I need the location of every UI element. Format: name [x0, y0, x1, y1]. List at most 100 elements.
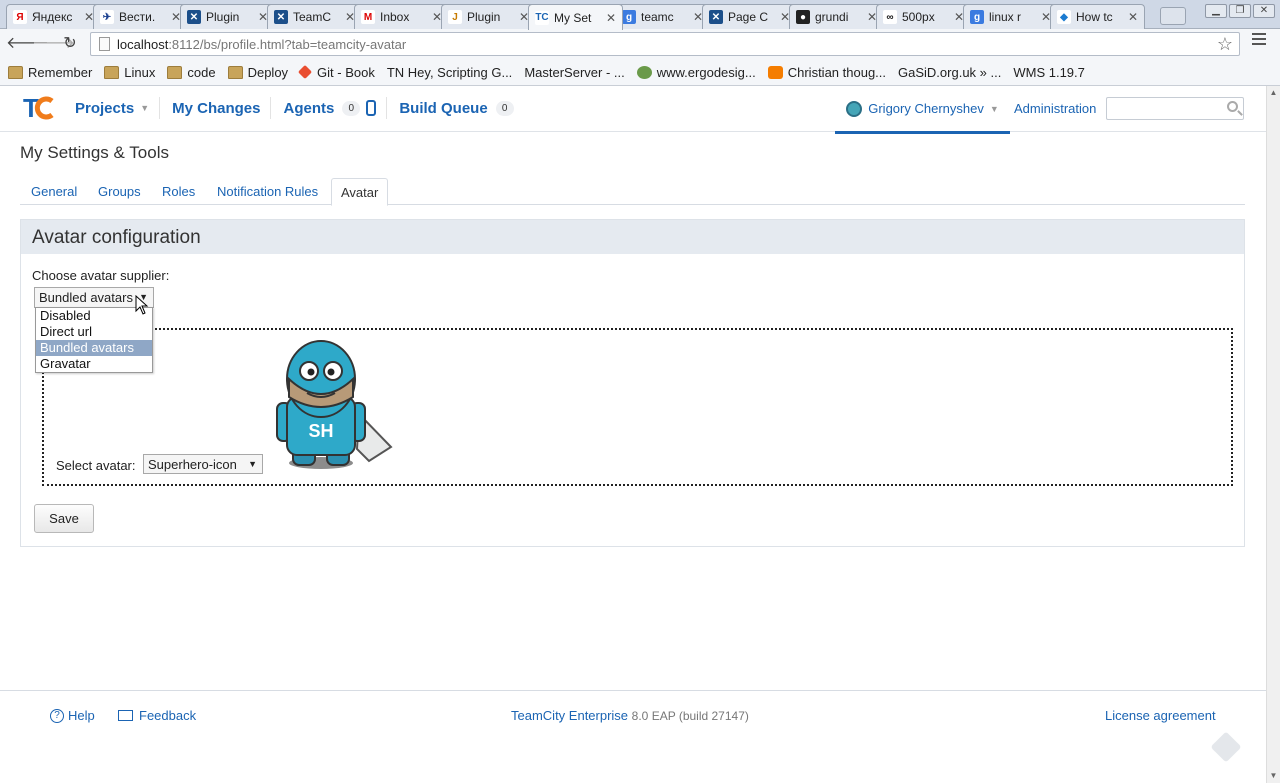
browser-tab[interactable]: ● grundi ✕ — [789, 4, 884, 29]
bookmark-label: Linux — [124, 64, 156, 80]
tab-close-icon[interactable]: ✕ — [606, 11, 616, 25]
browser-tab[interactable]: TC My Set ✕ — [528, 4, 623, 30]
nav-build-queue[interactable]: Build Queue 0 — [399, 97, 523, 119]
bookmark-label: Christian thoug... — [787, 64, 887, 80]
tab-favicon-icon: J — [448, 10, 462, 24]
browser-tab[interactable]: g linux r ✕ — [963, 4, 1058, 29]
browser-tab[interactable]: ◆ How tc ✕ — [1050, 4, 1145, 29]
browser-tab[interactable]: g teamc ✕ — [615, 4, 710, 29]
tab-title: linux r — [989, 10, 1022, 24]
nav-my-changes-label: My Changes — [172, 99, 261, 117]
nav-agents[interactable]: Agents 0 — [283, 97, 388, 119]
tab-title: Page C — [728, 10, 769, 24]
user-menu[interactable]: Grigory Chernyshev ▼ — [835, 86, 1010, 134]
help-link[interactable]: ? Help — [50, 708, 95, 723]
bookmark-label: GaSiD.org.uk » ... — [898, 64, 1002, 80]
new-tab-button[interactable] — [1160, 7, 1186, 25]
bookmark-item[interactable]: www.ergodesig... — [636, 65, 756, 80]
scroll-up-icon[interactable]: ▲ — [1267, 86, 1280, 100]
browser-menu-icon[interactable] — [1252, 33, 1266, 47]
avatar-initials: SH — [308, 421, 333, 441]
bookmark-item[interactable]: GaSiD.org.uk » ... — [0, 64, 1002, 158]
agents-count-badge: 0 — [342, 100, 361, 116]
tab-avatar[interactable]: Avatar — [331, 178, 389, 206]
url-host: localhost — [117, 36, 169, 52]
vertical-scrollbar[interactable]: ▲ ▼ — [1266, 86, 1280, 783]
chevron-down-icon[interactable]: ▼ — [140, 103, 149, 113]
folder-icon — [167, 65, 183, 79]
supplier-option-bundled-avatars[interactable]: Bundled avatars — [36, 340, 152, 356]
bookmark-item[interactable]: Deploy — [227, 64, 289, 80]
tab-favicon-icon: g — [970, 10, 984, 24]
search-input[interactable] — [1106, 97, 1244, 120]
envelope-icon — [118, 710, 133, 721]
settings-tabs: General Groups Roles Notification Rules … — [20, 178, 1245, 206]
close-window-button[interactable]: ✕ — [1253, 4, 1275, 18]
bookmark-label: TN Hey, Scripting G... — [386, 64, 513, 80]
build-queue-count-badge: 0 — [495, 100, 514, 116]
help-icon: ? — [50, 708, 64, 723]
page-title: My Settings & Tools — [20, 143, 169, 162]
bookmark-star-icon[interactable]: ☆ — [1217, 34, 1233, 55]
bookmark-item[interactable]: WMS 1.19.7 — [0, 65, 1085, 158]
browser-tab[interactable]: ✕ Plugin ✕ — [180, 4, 275, 29]
tab-groups[interactable]: Groups — [98, 184, 141, 199]
nav-my-changes[interactable]: My Changes — [172, 97, 272, 119]
bookmark-item[interactable]: TN Hey, Scripting G... — [387, 65, 512, 80]
chevron-down-icon[interactable]: ▼ — [990, 104, 999, 114]
tab-title: grundi — [815, 10, 849, 24]
back-icon[interactable]: 🡐 — [6, 33, 49, 55]
blog-icon — [767, 65, 783, 79]
tab-general[interactable]: General — [31, 184, 77, 199]
minimize-window-button[interactable]: ▁ — [1205, 4, 1227, 18]
bookmark-item[interactable]: Linux — [104, 65, 155, 80]
reload-icon[interactable]: ↻ — [59, 33, 81, 55]
license-agreement-link[interactable]: License agreement — [1105, 708, 1216, 723]
folder-icon — [8, 65, 23, 79]
browser-tab[interactable]: Я Яндекс ✕ — [6, 4, 101, 29]
administration-link[interactable]: Administration — [1014, 101, 1096, 116]
browser-tab[interactable]: ✕ TeamC ✕ — [267, 4, 362, 29]
user-avatar-icon — [846, 100, 863, 117]
scroll-down-icon[interactable]: ▼ — [1267, 769, 1280, 783]
avatar-preview-box: SH Select avatar: Superhero-icon ▼ — [42, 328, 1233, 486]
tab-close-icon[interactable]: ✕ — [1128, 10, 1138, 24]
supplier-option-gravatar[interactable]: Gravatar — [36, 356, 152, 372]
footer-corner-icon — [1210, 731, 1242, 763]
tab-roles[interactable]: Roles — [162, 184, 195, 199]
user-name: Grigory Chernyshev — [868, 101, 984, 116]
restore-window-button[interactable]: ❐ — [1229, 4, 1251, 18]
feedback-link[interactable]: Feedback — [118, 708, 196, 723]
avatar-select[interactable]: Superhero-icon ▼ — [143, 454, 263, 474]
tab-favicon-icon: TC — [535, 10, 549, 25]
tab-favicon-icon: ∞ — [883, 10, 897, 24]
product-link[interactable]: TeamCity Enterprise — [511, 708, 628, 723]
bookmark-item[interactable]: Remember — [8, 65, 92, 80]
teamcity-logo[interactable]: T — [22, 93, 56, 121]
feedback-label: Feedback — [139, 708, 197, 723]
bookmark-label: Deploy — [247, 64, 289, 80]
tab-title: Вести. — [119, 10, 156, 24]
browser-tab[interactable]: ∞ 500px ✕ — [876, 4, 971, 29]
bookmark-item[interactable]: code — [167, 65, 216, 80]
bookmark-item[interactable]: MasterServer - ... — [0, 65, 625, 158]
browser-tab[interactable]: ✈ Вести. ✕ — [93, 4, 188, 29]
search-icon[interactable] — [1227, 101, 1238, 112]
browser-toolbar: 🡐 🡒 ↻ localhost:8112/bs/profile.html?tab… — [0, 29, 1280, 59]
forward-icon[interactable]: 🡒 — [32, 33, 75, 55]
bookmark-item[interactable]: Christian thoug... — [767, 64, 887, 80]
save-button[interactable]: Save — [34, 504, 94, 533]
browser-tab[interactable]: J Plugin ✕ — [441, 4, 536, 29]
tab-notification-rules[interactable]: Notification Rules — [217, 184, 318, 199]
tab-title: Яндекс — [32, 10, 73, 24]
tab-favicon-icon: ✕ — [709, 10, 723, 24]
supplier-option-direct-url[interactable]: Direct url — [36, 324, 152, 340]
nav-projects[interactable]: Projects ▼ — [75, 97, 161, 119]
dropdown-arrow-icon[interactable]: ▼ — [248, 459, 257, 469]
browser-tab[interactable]: ✕ Page C ✕ — [702, 4, 797, 29]
agent-icon — [366, 100, 377, 116]
bookmark-item[interactable]: Git - Book — [297, 65, 375, 80]
tc-header: T Projects ▼ My Changes Agents 0 Build Q… — [0, 86, 1266, 134]
browser-tab[interactable]: M Inbox ✕ — [354, 4, 449, 29]
address-bar[interactable]: localhost:8112/bs/profile.html?tab=teamc… — [90, 32, 1240, 56]
